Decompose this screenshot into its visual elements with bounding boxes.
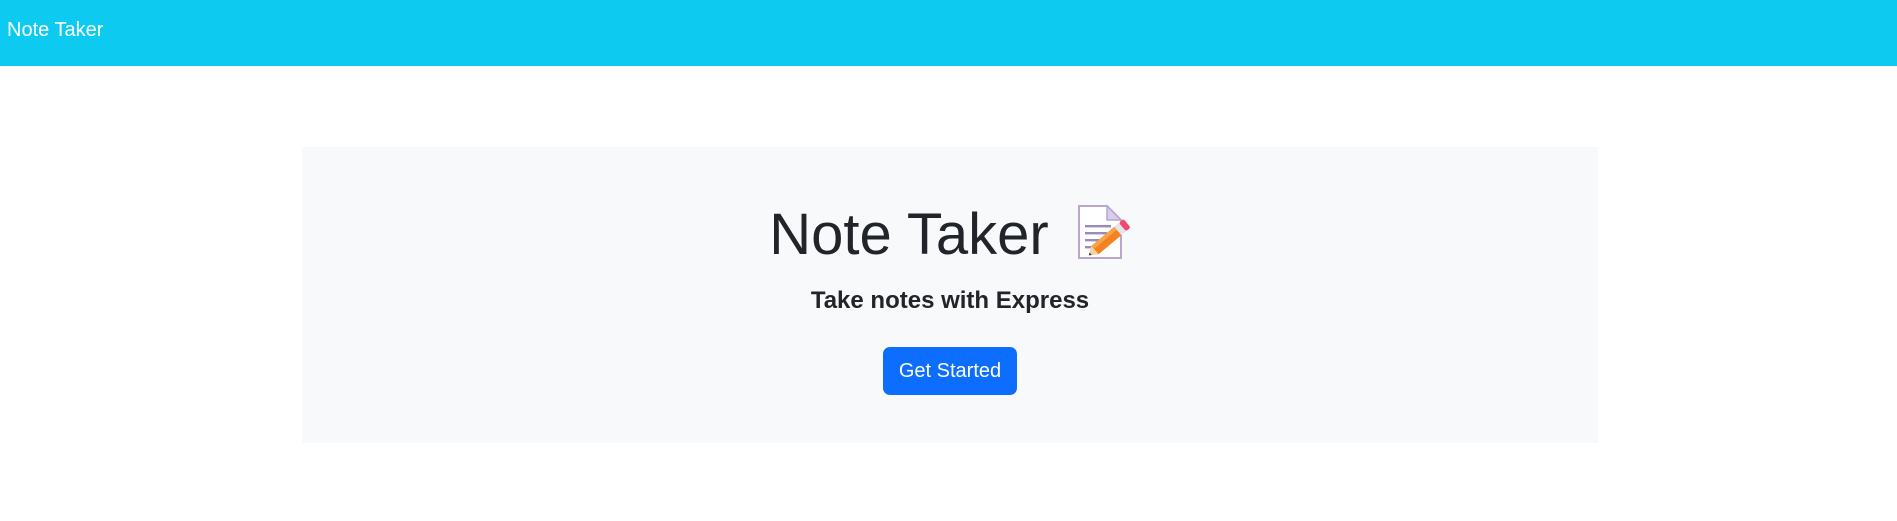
hero-subtitle: Take notes with Express <box>810 287 1090 314</box>
page-title-text: Note Taker <box>769 201 1049 267</box>
get-started-button[interactable]: Get Started <box>883 347 1017 395</box>
memo-pencil-icon <box>1073 203 1131 261</box>
navbar-brand-link[interactable]: Note Taker <box>7 18 103 42</box>
hero-panel: Note Taker Take notes with Express Get S… <box>302 147 1598 443</box>
page-title: Note Taker <box>302 197 1598 269</box>
navbar: Note Taker <box>0 0 1897 66</box>
